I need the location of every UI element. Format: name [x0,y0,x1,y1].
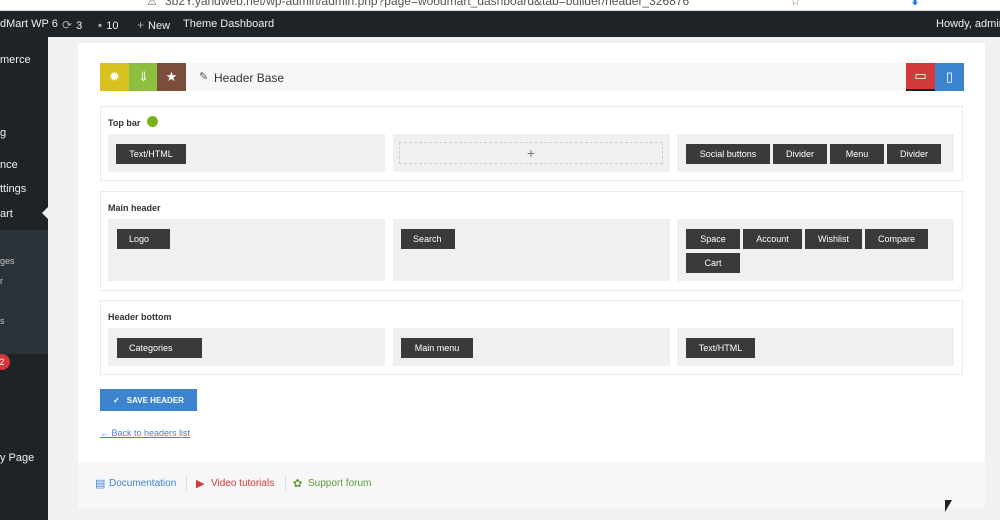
save-header-label: SAVE HEADER [126,395,184,405]
document-icon: ▤ [95,478,106,490]
element-wishlist[interactable]: Wishlist [805,229,862,249]
header-title[interactable]: Header Base [214,71,284,85]
video-play-icon: ▶ [196,478,205,490]
new-label: New [148,20,171,32]
element-social-buttons[interactable]: Social buttons [686,144,770,164]
header-bottom-label: Header bottom [108,312,172,322]
desktop-view-button[interactable]: ▭ [906,63,935,91]
updates-link[interactable]: ⟳ 3 [62,18,82,32]
footer-divider [285,475,286,491]
comments-link[interactable]: ▪ 10 [98,18,119,32]
mouse-cursor [945,500,952,512]
element-logo[interactable]: Logo [117,229,170,249]
sidebar-item-marketing[interactable]: g [0,127,6,139]
element-text-html[interactable]: Text/HTML [116,144,186,164]
admin-sidebar: merce g nce ttings art ges r s 2 y Page [0,37,48,520]
new-content-link[interactable]: + New [137,18,170,32]
sidebar-item-page[interactable]: y Page [0,452,34,464]
mobile-view-button[interactable]: ▯ [935,63,964,91]
main-header-label: Main header [108,203,161,213]
video-tutorials-link[interactable]: Video tutorials [211,478,274,489]
element-main-menu[interactable]: Main menu [401,338,473,358]
sidebar-item-woodmart[interactable]: art [0,208,13,220]
active-indicator [42,207,48,219]
desktop-icon: ▭ [914,68,927,83]
save-header-button[interactable]: ✓ SAVE HEADER [100,389,197,411]
notification-badge: 2 [0,354,10,370]
refresh-icon: ⟳ [62,18,73,32]
element-categories[interactable]: Categories [117,338,202,358]
documentation-link[interactable]: Documentation [109,478,176,489]
favorite-star-button[interactable]: ★ [157,63,186,91]
element-search[interactable]: Search [401,229,455,249]
mobile-icon: ▯ [945,69,954,84]
pencil-icon[interactable]: ✎ [199,70,208,83]
theme-dashboard-link[interactable]: Theme Dashboard [183,18,274,30]
import-export-button[interactable]: ⇓ [129,63,158,91]
comment-icon: ▪ [98,18,103,32]
lock-icon: ⚠ [147,0,157,8]
back-to-headers-link[interactable]: ← Back to headers list [100,428,190,438]
browser-url-bar[interactable]: ⚠ 3b2Y.yandweb.net/wp-admin/admin.php?pa… [0,0,1000,11]
element-text-html[interactable]: Text/HTML [686,338,755,358]
browser-url[interactable]: 3b2Y.yandweb.net/wp-admin/admin.php?page… [165,0,689,8]
extension-icon[interactable]: ⬇ [910,0,920,8]
updates-count: 3 [76,20,83,32]
wp-admin-bar: dMart WP 6 ⟳ 3 ▪ 10 + New Theme Dashboard H… [0,11,1000,37]
gear-icon: ✹ [109,69,120,84]
howdy-user-menu[interactable]: Howdy, admin [936,18,1000,30]
sidebar-item-settings[interactable]: ttings [0,183,26,195]
download-icon: ⇓ [138,69,149,84]
element-space[interactable]: Space [686,229,740,249]
support-forum-link[interactable]: Support forum [308,478,371,489]
element-account[interactable]: Account [743,229,802,249]
sidebar-item-commerce[interactable]: merce [0,54,31,66]
plus-icon: + [526,145,536,161]
submenu-item-other[interactable]: s [0,316,5,326]
star-icon: ★ [165,69,178,84]
element-menu[interactable]: Menu [830,144,884,164]
element-compare[interactable]: Compare [865,229,928,249]
row-enabled-indicator[interactable] [147,116,158,127]
submenu-item-pages[interactable]: ges [0,256,15,266]
settings-gear-button[interactable]: ✹ [100,63,129,91]
top-bar-label: Top bar [108,118,141,128]
add-element-dropzone[interactable]: + [399,142,663,164]
comments-count: 10 [106,20,119,32]
site-name-link[interactable]: dMart WP 6 [0,18,58,30]
plus-icon: + [137,18,145,32]
support-lifebuoy-icon: ✿ [293,478,303,490]
check-icon: ✓ [113,395,120,405]
builder-toolbar [186,63,963,91]
element-cart[interactable]: Cart [686,253,740,273]
element-divider[interactable]: Divider [773,144,827,164]
footer-divider [186,475,187,491]
sidebar-item-appearance[interactable]: nce [0,159,18,171]
sidebar-submenu [0,230,48,354]
submenu-item-builder[interactable]: r [0,276,3,286]
element-divider[interactable]: Divider [887,144,941,164]
bookmark-star-icon[interactable]: ☆ [790,0,801,8]
